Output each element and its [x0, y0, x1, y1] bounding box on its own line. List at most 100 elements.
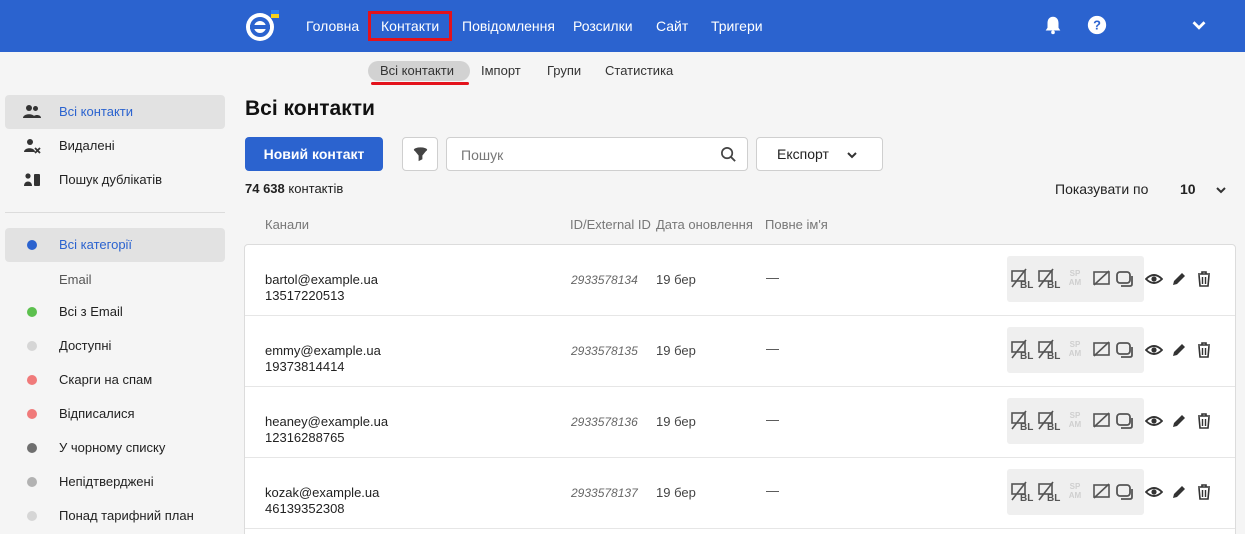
svg-text:BL: BL — [1020, 422, 1033, 432]
view-eye-icon[interactable] — [1145, 412, 1163, 430]
delete-trash-icon[interactable] — [1195, 483, 1213, 501]
help-icon[interactable]: ? — [1086, 14, 1108, 36]
account-chevron-down-icon[interactable] — [1188, 14, 1210, 36]
messenger-icon[interactable] — [1115, 410, 1137, 432]
no-message-icon[interactable] — [1092, 481, 1112, 503]
edit-pencil-icon[interactable] — [1170, 270, 1188, 288]
page-size-label: Показувати по — [1055, 181, 1149, 197]
page-size-value[interactable]: 10 — [1180, 181, 1196, 197]
subnav-all-contacts[interactable]: Всі контакти — [380, 62, 454, 80]
contact-updated-date: 19 бер — [656, 485, 696, 500]
edit-pencil-icon[interactable] — [1170, 483, 1188, 501]
nav-home[interactable]: Головна — [306, 0, 359, 52]
spam-icon: SP AM — [1068, 340, 1082, 358]
bell-icon[interactable] — [1042, 14, 1064, 36]
sidebar-category-item[interactable]: Доступні — [5, 329, 225, 363]
email-blacklist-icon[interactable]: BL — [1011, 481, 1035, 503]
table-row[interactable]: heaney@example.ua 12316288765 2933578136 19… — [245, 387, 1235, 458]
table-row[interactable]: kozak@example.ua 46139352308 2933578137 19 … — [245, 458, 1235, 529]
view-eye-icon[interactable] — [1145, 483, 1163, 501]
nav-site[interactable]: Сайт — [656, 0, 688, 52]
contact-id: 2933578135 — [571, 344, 638, 358]
sidebar-item-label: Всі категорії — [59, 237, 133, 252]
nav-contacts[interactable]: Контакти — [368, 11, 453, 41]
channel-badges: BL BL SP AM — [1007, 327, 1144, 373]
delete-trash-icon[interactable] — [1195, 412, 1213, 430]
users-icon — [23, 105, 41, 118]
svg-text:BL: BL — [1047, 422, 1060, 432]
sms-blacklist-icon[interactable]: BL — [1038, 268, 1062, 290]
spam-icon: SP AM — [1068, 269, 1082, 287]
status-dot — [27, 240, 37, 250]
contact-phone: 12316288765 — [265, 430, 345, 445]
email-blacklist-icon[interactable]: BL — [1011, 410, 1035, 432]
subnav-statistics[interactable]: Статистика — [605, 62, 673, 80]
delete-trash-icon[interactable] — [1195, 270, 1213, 288]
sms-blacklist-icon[interactable]: BL — [1038, 410, 1062, 432]
sidebar-category-item[interactable]: Скарги на спам — [5, 363, 225, 397]
status-dot — [27, 341, 37, 351]
status-dot — [27, 477, 37, 487]
contacts-count-value: 74 638 — [245, 181, 285, 196]
email-blacklist-icon[interactable]: BL — [1011, 268, 1035, 290]
sidebar-item-all-contacts[interactable]: Всі контакти — [5, 95, 225, 129]
sidebar-category-item[interactable]: Всі з Email — [5, 295, 225, 329]
no-message-icon[interactable] — [1092, 268, 1112, 290]
subnav-active-underline — [371, 82, 469, 85]
contact-full-name: — — [766, 270, 779, 285]
page-size-chevron-down-icon[interactable] — [1214, 183, 1228, 197]
subnav-groups[interactable]: Групи — [547, 62, 581, 80]
sidebar-category-item[interactable]: Непідтверджені — [5, 465, 225, 499]
status-dot — [27, 307, 37, 317]
messenger-icon[interactable] — [1115, 481, 1137, 503]
contacts-count: 74 638 контактів — [245, 181, 343, 196]
status-dot — [27, 409, 37, 419]
table-row[interactable]: emmy@example.ua 19373814414 2933578135 19 б… — [245, 316, 1235, 387]
email-blacklist-icon[interactable]: BL — [1011, 339, 1035, 361]
column-header-id: ID/External ID — [570, 217, 651, 232]
page-title: Всі контакти — [245, 97, 375, 120]
edit-pencil-icon[interactable] — [1170, 412, 1188, 430]
view-eye-icon[interactable] — [1145, 341, 1163, 359]
delete-trash-icon[interactable] — [1195, 341, 1213, 359]
filter-icon — [413, 147, 428, 162]
sidebar-category-item[interactable]: Понад тарифний план — [5, 499, 225, 533]
sidebar-category-item[interactable]: Відписалися — [5, 397, 225, 431]
status-dot — [27, 443, 37, 453]
duplicate-users-icon — [24, 173, 40, 186]
sidebar-item-deleted[interactable]: Видалені — [5, 129, 225, 163]
sms-blacklist-icon[interactable]: BL — [1038, 339, 1062, 361]
sidebar-item-all-categories[interactable]: Всі категорії — [5, 228, 225, 262]
subnav-import[interactable]: Імпорт — [481, 62, 521, 80]
contact-full-name: — — [766, 341, 779, 356]
nav-triggers[interactable]: Тригери — [711, 0, 763, 52]
sms-blacklist-icon[interactable]: BL — [1038, 481, 1062, 503]
search-box — [446, 137, 748, 171]
no-message-icon[interactable] — [1092, 410, 1112, 432]
spam-icon: SP AM — [1068, 411, 1082, 429]
nav-campaigns[interactable]: Розсилки — [573, 0, 633, 52]
new-contact-button[interactable]: Новий контакт — [245, 137, 383, 171]
contact-email: emmy@example.ua — [265, 343, 381, 358]
esputnik-logo-icon[interactable] — [244, 8, 280, 44]
messenger-icon[interactable] — [1115, 268, 1137, 290]
svg-text:BL: BL — [1020, 280, 1033, 290]
sidebar-item-label: Скарги на спам — [59, 372, 153, 387]
export-button[interactable]: Експорт — [756, 137, 883, 171]
table-row[interactable]: bartol@example.ua 13517220513 2933578134 19… — [245, 245, 1235, 316]
messenger-icon[interactable] — [1115, 339, 1137, 361]
search-icon[interactable] — [720, 146, 737, 163]
search-input[interactable] — [461, 147, 711, 163]
edit-pencil-icon[interactable] — [1170, 341, 1188, 359]
no-message-icon[interactable] — [1092, 339, 1112, 361]
sidebar-item-label: Всі контакти — [59, 104, 134, 119]
sidebar-category-item[interactable]: У чорному списку — [5, 431, 225, 465]
svg-text:BL: BL — [1020, 351, 1033, 361]
user-remove-icon — [24, 139, 41, 154]
chevron-down-icon — [847, 152, 857, 159]
filter-button[interactable] — [402, 137, 438, 171]
sidebar-item-duplicates[interactable]: Пошук дублікатів — [5, 163, 225, 197]
view-eye-icon[interactable] — [1145, 270, 1163, 288]
contact-id: 2933578136 — [571, 415, 638, 429]
nav-messages[interactable]: Повідомлення — [462, 0, 555, 52]
